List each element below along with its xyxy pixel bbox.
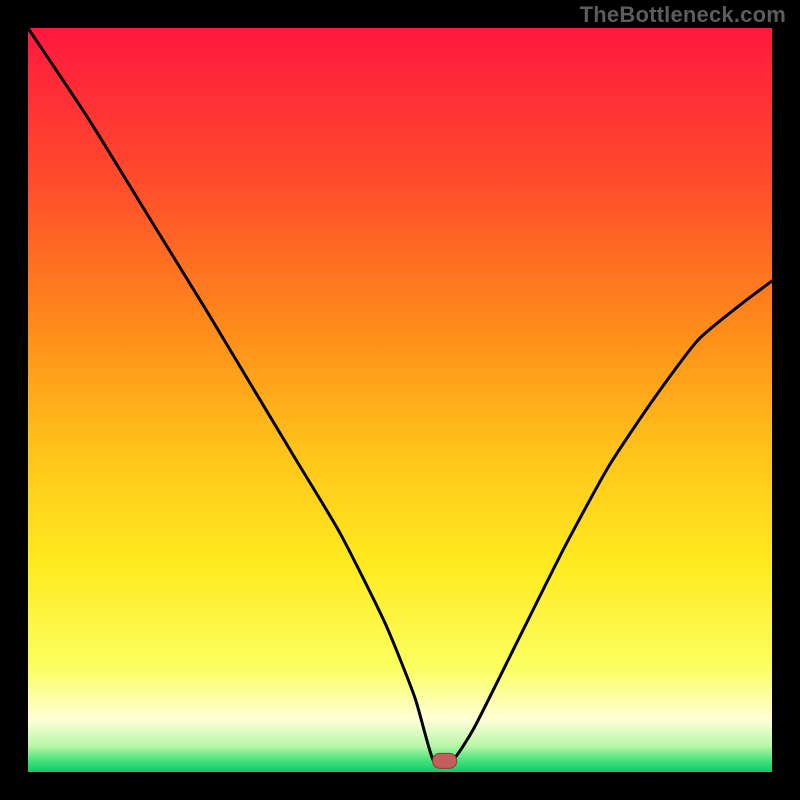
chart-stage: TheBottleneck.com	[0, 0, 800, 800]
optimum-marker	[433, 753, 457, 768]
bottleneck-chart	[0, 0, 800, 800]
watermark-text: TheBottleneck.com	[580, 2, 786, 28]
